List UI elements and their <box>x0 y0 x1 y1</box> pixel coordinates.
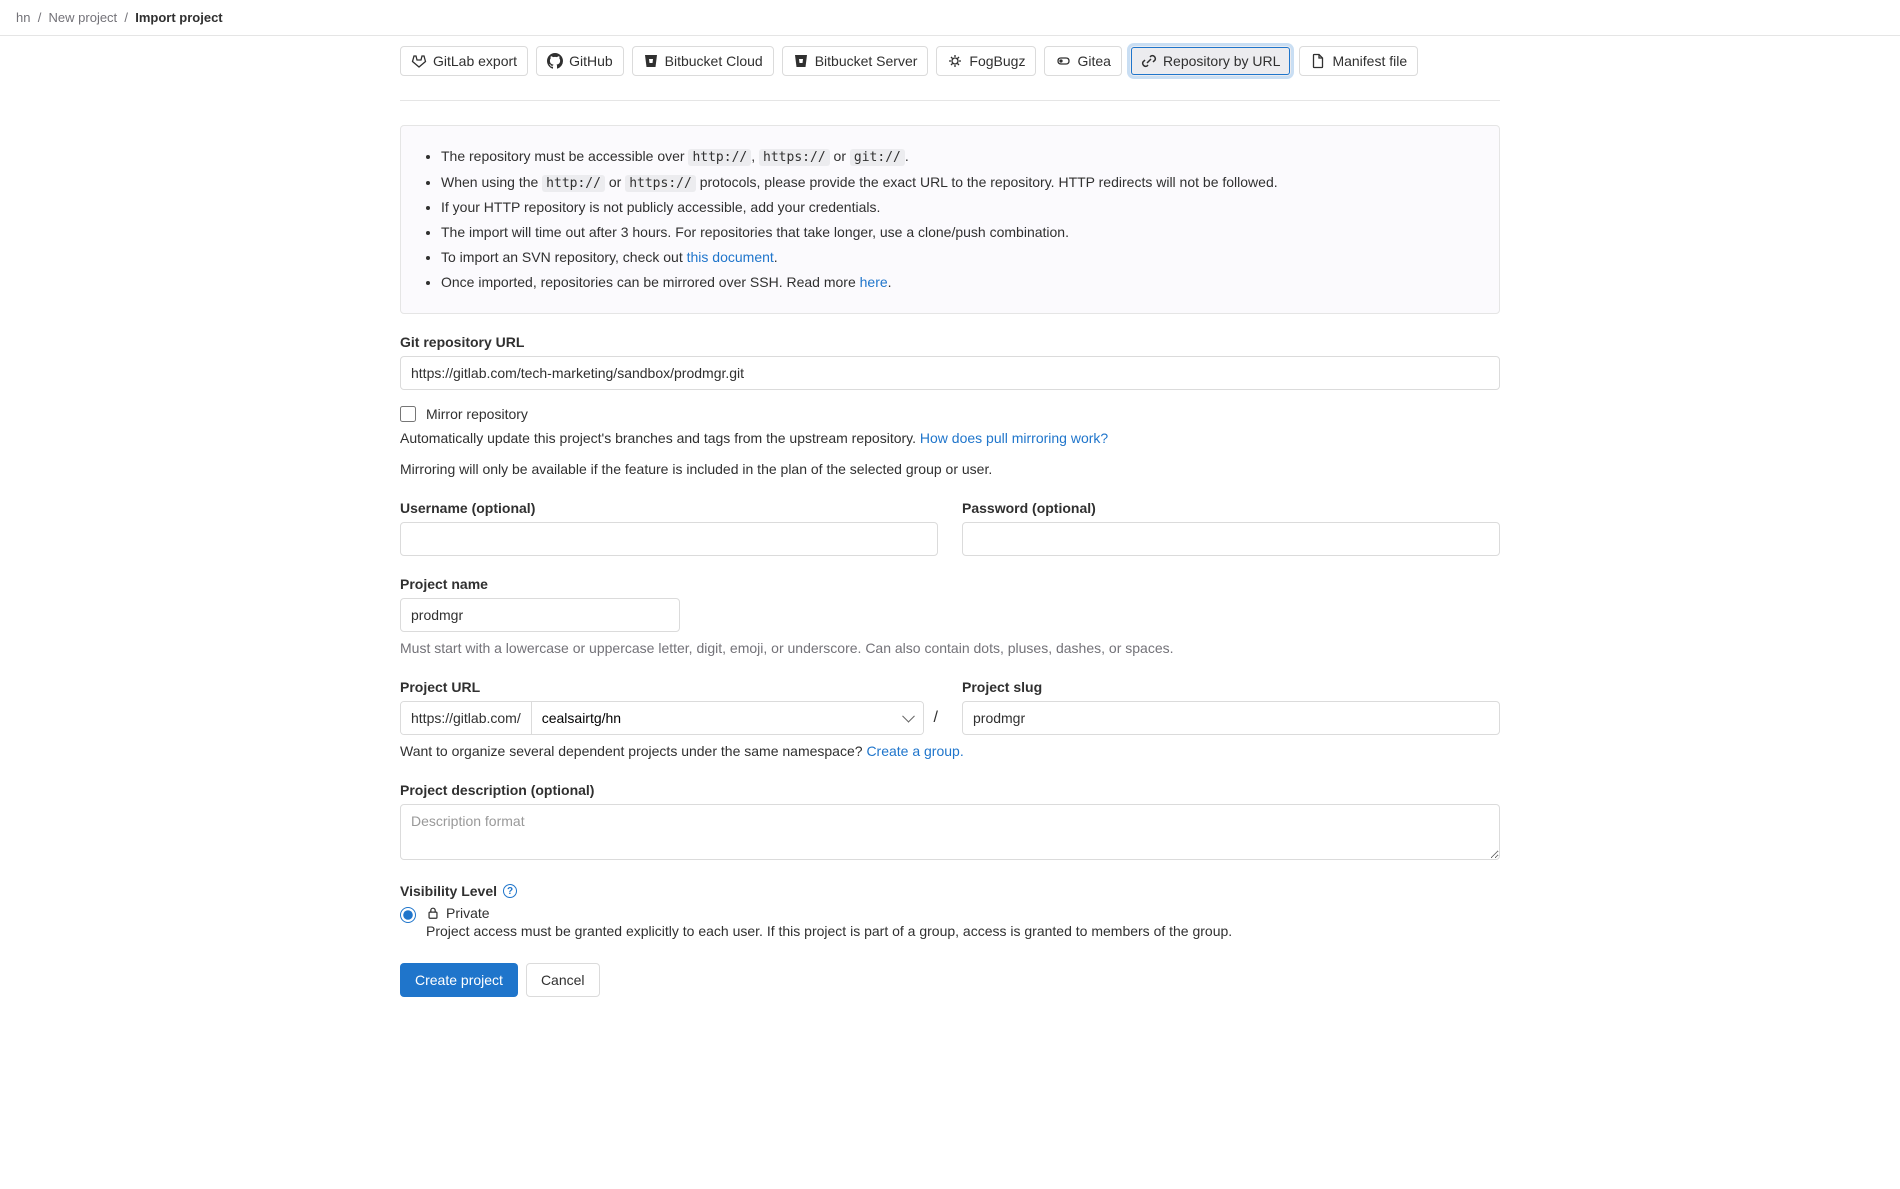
project-name-help: Must start with a lowercase or uppercase… <box>400 638 1500 659</box>
namespace-select[interactable]: cealsairtg/hn <box>532 702 923 734</box>
tanuki-icon <box>411 53 427 69</box>
tab-github[interactable]: GitHub <box>536 46 624 76</box>
project-slug-input[interactable] <box>962 701 1500 735</box>
project-url-base: https://gitlab.com/ <box>401 702 532 734</box>
link-icon <box>1141 53 1157 69</box>
mirror-checkbox[interactable] <box>400 406 416 422</box>
project-slug-label: Project slug <box>962 679 1500 695</box>
project-name-input[interactable] <box>400 598 680 632</box>
breadcrumb-parent[interactable]: New project <box>49 10 118 25</box>
description-textarea[interactable] <box>400 804 1500 860</box>
code-git: git:// <box>850 149 905 166</box>
import-info-box: The repository must be accessible over h… <box>400 125 1500 314</box>
document-icon <box>1310 53 1326 69</box>
username-input[interactable] <box>400 522 938 556</box>
info-item: The import will time out after 3 hours. … <box>441 222 1479 243</box>
tab-gitlab-export[interactable]: GitLab export <box>400 46 528 76</box>
info-item: The repository must be accessible over h… <box>441 146 1479 168</box>
github-icon <box>547 53 563 69</box>
breadcrumb-root[interactable]: hn <box>16 10 30 25</box>
breadcrumb: hn / New project / Import project <box>0 0 1900 36</box>
mirror-plan-note: Mirroring will only be available if the … <box>400 459 1500 480</box>
tab-manifest[interactable]: Manifest file <box>1299 46 1418 76</box>
lock-icon <box>426 906 440 920</box>
create-group-link[interactable]: Create a group. <box>866 743 963 759</box>
password-label: Password (optional) <box>962 500 1500 516</box>
help-icon[interactable]: ? <box>503 884 517 898</box>
git-url-label: Git repository URL <box>400 334 1500 350</box>
private-label: Private <box>446 905 490 921</box>
fogbugz-icon <box>947 53 963 69</box>
breadcrumb-current: Import project <box>135 10 222 25</box>
password-input[interactable] <box>962 522 1500 556</box>
private-description: Project access must be granted explicitl… <box>426 923 1232 939</box>
project-url-label: Project URL <box>400 679 938 695</box>
tab-bitbucket-cloud[interactable]: Bitbucket Cloud <box>632 46 774 76</box>
namespace-help: Want to organize several dependent proje… <box>400 741 1500 762</box>
info-item: Once imported, repositories can be mirro… <box>441 272 1479 293</box>
cancel-button[interactable]: Cancel <box>526 963 600 997</box>
code-https: https:// <box>759 149 830 166</box>
tab-bitbucket-server[interactable]: Bitbucket Server <box>782 46 929 76</box>
bitbucket-icon <box>643 53 659 69</box>
ssh-mirror-link[interactable]: here <box>860 274 888 290</box>
slash-separator: / <box>934 709 938 727</box>
tab-repo-by-url[interactable]: Repository by URL <box>1130 46 1292 76</box>
description-label: Project description (optional) <box>400 782 1500 798</box>
visibility-label: Visibility Level ? <box>400 883 517 899</box>
mirror-learn-link[interactable]: How does pull mirroring work? <box>920 430 1108 446</box>
info-item: To import an SVN repository, check out t… <box>441 247 1479 268</box>
mirror-label: Mirror repository <box>426 406 528 422</box>
git-url-input[interactable] <box>400 356 1500 390</box>
create-project-button[interactable]: Create project <box>400 963 518 997</box>
info-item: If your HTTP repository is not publicly … <box>441 197 1479 218</box>
info-item: When using the http:// or https:// proto… <box>441 172 1479 194</box>
project-name-label: Project name <box>400 576 1500 592</box>
username-label: Username (optional) <box>400 500 938 516</box>
tab-gitea[interactable]: Gitea <box>1044 46 1121 76</box>
mirror-description: Automatically update this project's bran… <box>400 428 1500 449</box>
gitea-icon <box>1055 53 1071 69</box>
import-tabs: GitLab export GitHub Bitbucket Cloud Bit… <box>400 46 1500 101</box>
tab-fogbugz[interactable]: FogBugz <box>936 46 1036 76</box>
bitbucket-icon <box>793 53 809 69</box>
visibility-private-radio[interactable] <box>400 907 416 923</box>
code-http: http:// <box>688 149 751 166</box>
svn-doc-link[interactable]: this document <box>687 249 774 265</box>
